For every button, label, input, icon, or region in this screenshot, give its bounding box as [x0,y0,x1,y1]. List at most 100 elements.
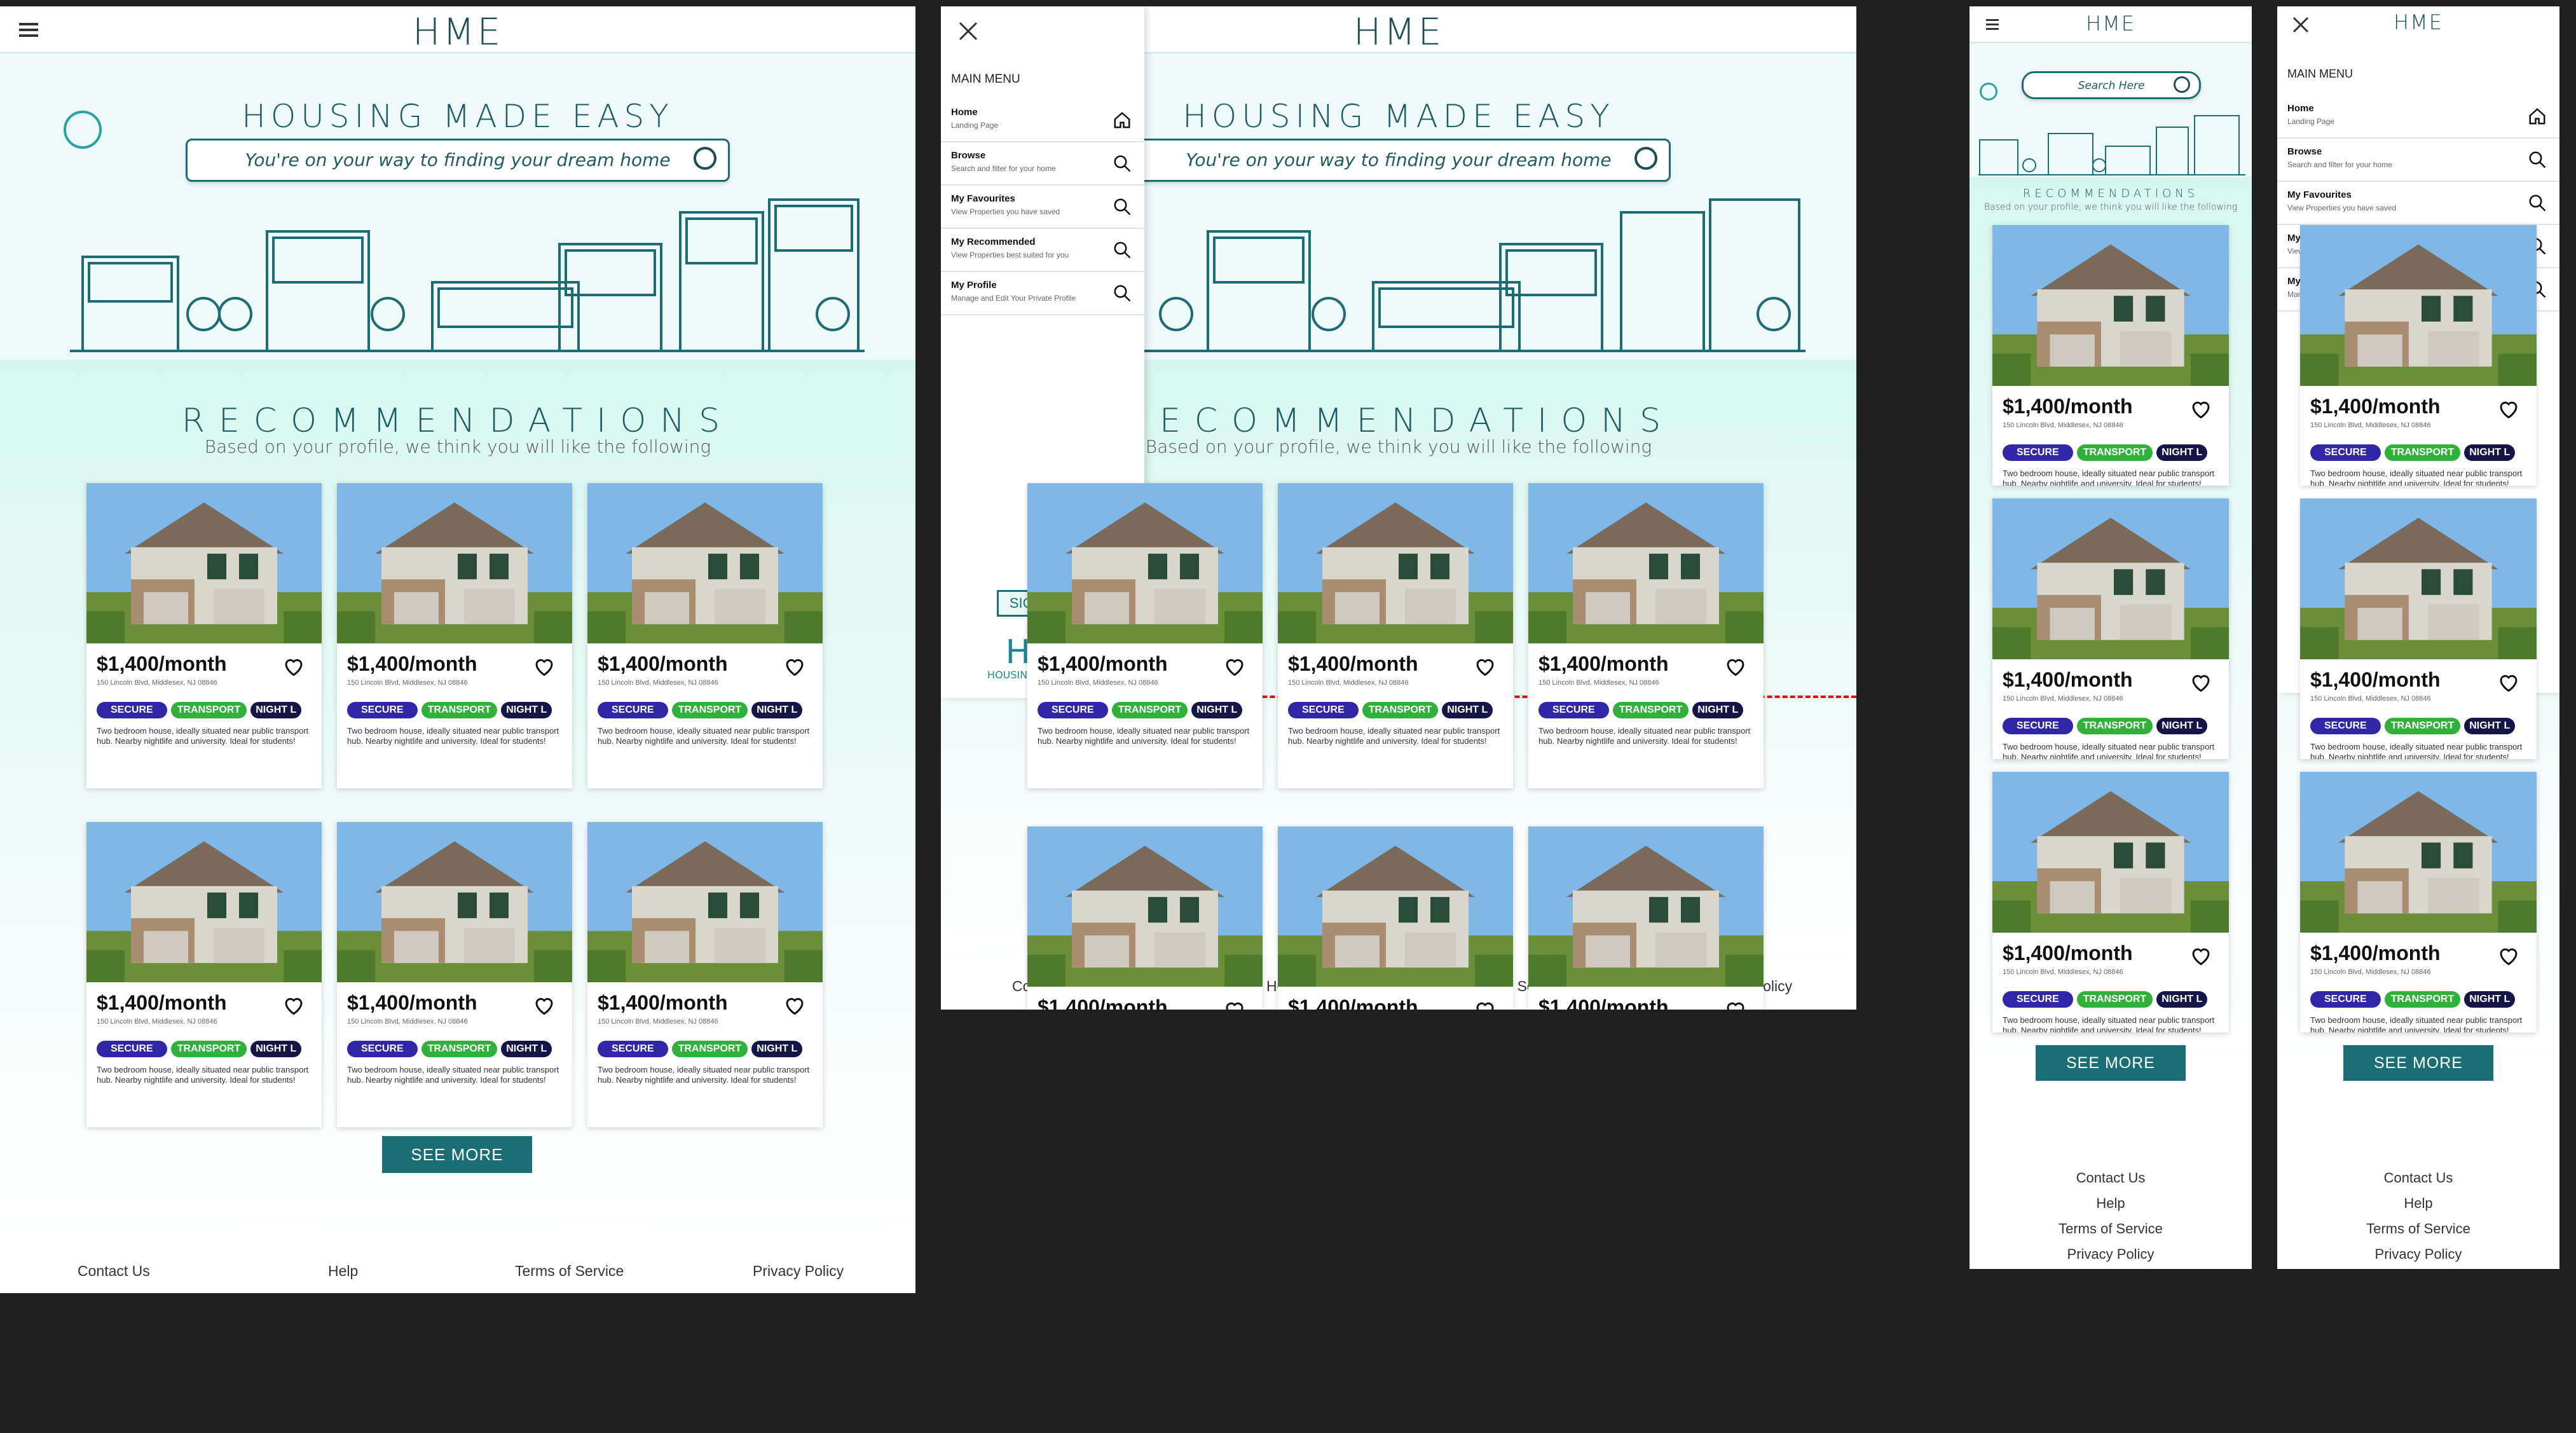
favourite-heart-icon[interactable] [783,994,806,1020]
menu-item-description: Search and filter for your home [951,164,1056,173]
listing-card[interactable]: $1,400/month 150 Lincoln Blvd, Middlesex… [337,822,572,1127]
logo[interactable]: HME [1353,10,1444,53]
close-icon[interactable] [2291,15,2310,34]
favourite-heart-icon[interactable] [2497,944,2520,970]
listing-photo[interactable] [86,822,322,982]
listing-photo[interactable] [2300,225,2537,386]
listing-card[interactable]: $1,400/month 150 Lincoln Blvd, Middlesex… [1528,483,1764,788]
search-icon[interactable] [1634,147,1657,170]
listing-card[interactable]: $1,400/month 150 Lincoln Blvd, Middlesex… [1027,826,1263,1010]
favourite-heart-icon[interactable] [1223,655,1246,681]
favourite-heart-icon[interactable] [2497,397,2520,423]
listing-card[interactable]: $1,400/month 150 Lincoln Blvd, Middlesex… [2300,498,2537,759]
tag-secure: SECURE [598,702,668,718]
search-icon [2528,150,2547,172]
menu-item-my-favourites[interactable]: My Favourites View Properties you have s… [2277,182,2559,225]
menu-item-description: Manage and Edit Your Private Profile [951,294,1076,303]
footer-help-link[interactable]: Help [1970,1195,2252,1212]
listing-address: 150 Lincoln Blvd, Middlesex, NJ 08846 [2310,968,2431,976]
listing-card[interactable]: $1,400/month 150 Lincoln Blvd, Middlesex… [86,483,322,788]
search-icon[interactable] [2174,76,2190,93]
listing-card[interactable]: $1,400/month 150 Lincoln Blvd, Middlesex… [2300,772,2537,1032]
see-more-button[interactable]: SEE MORE [2343,1045,2493,1081]
listing-card[interactable]: $1,400/month 150 Lincoln Blvd, Middlesex… [1278,826,1513,1010]
footer-terms-link[interactable]: Terms of Service [1970,1221,2252,1237]
footer-privacy-link[interactable]: Privacy Policy [1970,1246,2252,1263]
listing-card[interactable]: $1,400/month 150 Lincoln Blvd, Middlesex… [587,483,823,788]
listing-photo[interactable] [2300,498,2537,659]
footer-help-link[interactable]: Help [2277,1195,2559,1212]
listing-price: $1,400/month [1288,996,1418,1010]
footer-privacy-link[interactable]: Privacy Policy [753,1263,844,1280]
menu-item-home[interactable]: Home Landing Page [2277,95,2559,139]
menu-item-description: Search and filter for your home [2287,160,2392,169]
favourite-heart-icon[interactable] [1724,998,1747,1010]
listing-photo[interactable] [337,483,572,643]
favourite-heart-icon[interactable] [533,655,556,681]
listing-photo[interactable] [1992,498,2229,659]
listing-photo[interactable] [2300,772,2537,933]
listing-card[interactable]: $1,400/month 150 Lincoln Blvd, Middlesex… [1992,498,2229,759]
listing-card[interactable]: $1,400/month 150 Lincoln Blvd, Middlesex… [1528,826,1764,1010]
sun-icon [1980,83,1997,100]
listing-photo[interactable] [1992,772,2229,933]
footer-contact-link[interactable]: Contact Us [2277,1170,2559,1186]
search-icon[interactable] [694,147,716,170]
menu-item-home[interactable]: Home Landing Page [941,99,1144,142]
favourite-heart-icon[interactable] [1474,998,1497,1010]
listing-photo[interactable] [1528,826,1764,987]
listing-card[interactable]: $1,400/month 150 Lincoln Blvd, Middlesex… [86,822,322,1127]
listing-photo[interactable] [1027,483,1263,643]
footer-terms-link[interactable]: Terms of Service [515,1263,624,1280]
listing-photo[interactable] [1992,225,2229,386]
menu-item-browse[interactable]: Browse Search and filter for your home [2277,139,2559,182]
favourite-heart-icon[interactable] [2189,944,2212,970]
search-input[interactable]: You're on your way to finding your dream… [1127,139,1671,182]
logo[interactable]: HME [2086,11,2135,36]
logo[interactable]: HME [413,10,503,53]
footer-terms-link[interactable]: Terms of Service [2277,1221,2559,1237]
favourite-heart-icon[interactable] [533,994,556,1020]
hamburger-menu-icon[interactable] [19,23,38,37]
listing-card[interactable]: $1,400/month 150 Lincoln Blvd, Middlesex… [2300,225,2537,486]
listing-photo[interactable] [1278,483,1513,643]
listing-photo[interactable] [86,483,322,643]
logo[interactable]: HME [2394,10,2443,34]
favourite-heart-icon[interactable] [2189,671,2212,697]
see-more-button[interactable]: SEE MORE [382,1136,532,1173]
footer-privacy-link[interactable]: Privacy Policy [2277,1246,2559,1263]
favourite-heart-icon[interactable] [2497,671,2520,697]
favourite-heart-icon[interactable] [783,655,806,681]
listing-photo[interactable] [1528,483,1764,643]
listing-card[interactable]: $1,400/month 150 Lincoln Blvd, Middlesex… [1278,483,1513,788]
footer-contact-link[interactable]: Contact Us [78,1263,150,1280]
menu-item-my-favourites[interactable]: My Favourites View Properties you have s… [941,186,1144,229]
listing-card[interactable]: $1,400/month 150 Lincoln Blvd, Middlesex… [587,822,823,1127]
listing-description: Two bedroom house, ideally situated near… [2310,1015,2523,1032]
menu-item-my-recommended[interactable]: My Recommended View Properties best suit… [941,229,1144,272]
footer-contact-link[interactable]: Contact Us [1970,1170,2252,1186]
listing-photo[interactable] [1278,826,1513,987]
listing-card[interactable]: $1,400/month 150 Lincoln Blvd, Middlesex… [1992,772,2229,1032]
footer-help-link[interactable]: Help [328,1263,358,1280]
menu-item-my-profile[interactable]: My Profile Manage and Edit Your Private … [941,272,1144,315]
favourite-heart-icon[interactable] [1724,655,1747,681]
favourite-heart-icon[interactable] [282,655,305,681]
listing-card[interactable]: $1,400/month 150 Lincoln Blvd, Middlesex… [337,483,572,788]
see-more-button[interactable]: SEE MORE [2036,1045,2186,1081]
hamburger-menu-icon[interactable] [1986,19,1999,30]
favourite-heart-icon[interactable] [2189,397,2212,423]
listing-photo[interactable] [337,822,572,982]
favourite-heart-icon[interactable] [1474,655,1497,681]
listing-photo[interactable] [1027,826,1263,987]
favourite-heart-icon[interactable] [282,994,305,1020]
search-input[interactable]: Search Here [2022,71,2201,99]
listing-photo[interactable] [587,483,823,643]
favourite-heart-icon[interactable] [1223,998,1246,1010]
listing-card[interactable]: $1,400/month 150 Lincoln Blvd, Middlesex… [1992,225,2229,486]
close-icon[interactable] [957,20,979,42]
search-input[interactable]: You're on your way to finding your dream… [186,139,730,182]
menu-item-browse[interactable]: Browse Search and filter for your home [941,142,1144,186]
listing-photo[interactable] [587,822,823,982]
listing-card[interactable]: $1,400/month 150 Lincoln Blvd, Middlesex… [1027,483,1263,788]
